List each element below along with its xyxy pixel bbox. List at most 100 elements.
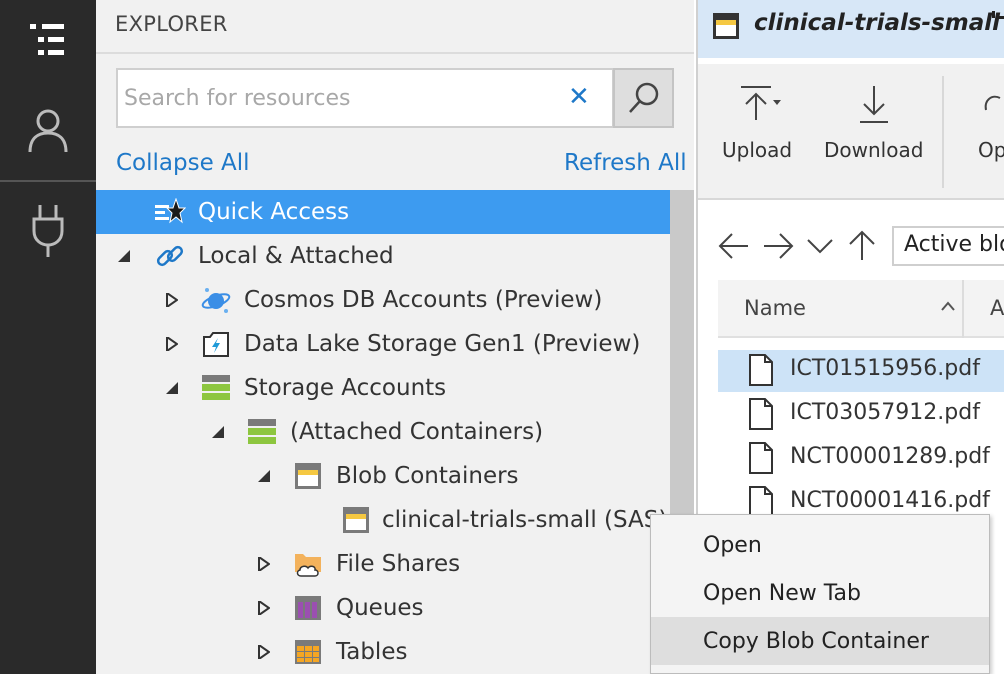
blob-container-icon xyxy=(292,460,324,492)
tree-item-label: Local & Attached xyxy=(198,243,394,269)
storage-account-icon xyxy=(246,416,278,448)
explorer-icon[interactable] xyxy=(0,0,96,80)
file-row[interactable]: ICT01515956.pdf xyxy=(718,350,1004,392)
tree-item-label: Data Lake Storage Gen1 (Preview) xyxy=(244,331,641,357)
arrow-up-icon xyxy=(849,230,875,260)
file-row[interactable]: ICT03057912.pdf xyxy=(718,394,1004,436)
editor-tab[interactable]: clinical-trials-small xyxy=(698,0,1004,58)
forward-button[interactable] xyxy=(760,228,796,264)
file-icon xyxy=(749,354,773,386)
file-list-header: Name A xyxy=(718,280,1004,338)
file-icon xyxy=(749,442,773,474)
blob-container-icon xyxy=(712,12,740,44)
collapsed-arrow-icon[interactable] xyxy=(258,601,270,615)
collapsed-arrow-icon[interactable] xyxy=(166,293,178,307)
download-icon xyxy=(859,86,888,123)
search-icon xyxy=(628,82,658,113)
activity-bar xyxy=(0,0,96,674)
chevron-down-icon xyxy=(807,239,833,254)
expanded-arrow-icon[interactable] xyxy=(166,382,178,396)
open-button[interactable]: Op xyxy=(978,84,1004,184)
toolbar: Upload Download Op xyxy=(698,64,1004,200)
menu-item-copy-blob-container[interactable]: Copy Blob Container xyxy=(651,617,989,665)
file-icon xyxy=(749,398,773,430)
collapse-all-link[interactable]: Collapse All xyxy=(116,150,250,176)
tree-item-blob-containers[interactable]: Blob Containers xyxy=(96,454,670,498)
tree-item-quick-access[interactable]: Quick Access xyxy=(96,190,670,234)
tree-item-storage-accounts[interactable]: Storage Accounts xyxy=(96,366,670,410)
plug-icon[interactable] xyxy=(0,190,96,270)
tree-item-label: clinical-trials-small (SAS) xyxy=(382,507,668,533)
expanded-arrow-icon[interactable] xyxy=(118,250,130,264)
tree-item-queues[interactable]: Queues xyxy=(96,586,670,630)
menu-item-open[interactable]: Open xyxy=(651,521,989,569)
up-button[interactable] xyxy=(844,228,880,264)
tree-item-attached-containers[interactable]: (Attached Containers) xyxy=(96,410,670,454)
collapsed-arrow-icon[interactable] xyxy=(258,557,270,571)
tree-item-cosmos-db[interactable]: Cosmos DB Accounts (Preview) xyxy=(96,278,670,322)
tree-item-label: (Attached Containers) xyxy=(290,419,544,445)
tree-item-tables[interactable]: Tables xyxy=(96,630,670,674)
blob-container-icon xyxy=(340,504,372,536)
quick-access-icon xyxy=(154,196,186,228)
explorer-title: EXPLORER xyxy=(115,12,228,36)
tree-item-file-shares[interactable]: File Shares xyxy=(96,542,670,586)
column-header-name[interactable]: Name xyxy=(744,296,806,320)
file-share-icon xyxy=(292,548,324,580)
open-icon xyxy=(984,95,1001,111)
menu-item-open-new-tab[interactable]: Open New Tab xyxy=(651,569,989,617)
tree-item-label: Cosmos DB Accounts (Preview) xyxy=(244,287,603,313)
refresh-all-link[interactable]: Refresh All xyxy=(564,150,687,176)
file-row[interactable]: NCT00001289.pdf xyxy=(718,438,1004,480)
cosmos-db-icon xyxy=(200,284,232,316)
activity-separator xyxy=(0,180,96,182)
upload-label: Upload xyxy=(722,138,793,162)
path-selector[interactable]: Active blobs xyxy=(892,226,1004,266)
upload-button[interactable]: Upload xyxy=(722,84,792,184)
open-label: Op xyxy=(978,138,1004,162)
tree-item-label: File Shares xyxy=(336,551,461,577)
expanded-arrow-icon[interactable] xyxy=(212,426,224,440)
sort-ascending-icon[interactable] xyxy=(940,300,956,312)
link-icon xyxy=(154,240,186,272)
file-name: ICT03057912.pdf xyxy=(790,400,980,425)
file-name: ICT01515956.pdf xyxy=(790,356,980,381)
collapsed-arrow-icon[interactable] xyxy=(166,337,178,351)
file-name: NCT00001416.pdf xyxy=(790,488,990,513)
dropdown-button[interactable] xyxy=(802,228,838,264)
expanded-arrow-icon[interactable] xyxy=(258,470,270,484)
context-menu: Open Open New Tab Copy Blob Container xyxy=(650,514,990,674)
data-lake-icon xyxy=(200,328,232,360)
tree-item-label: Queues xyxy=(336,595,424,621)
explorer-header-divider xyxy=(96,52,694,54)
back-button[interactable] xyxy=(716,228,752,264)
tree-item-label: Blob Containers xyxy=(336,463,519,489)
explorer-panel: EXPLORER Search for resources ✕ Collapse… xyxy=(96,0,694,674)
table-icon xyxy=(292,636,324,668)
tree-item-clinical-trials-small[interactable]: clinical-trials-small (SAS) xyxy=(96,498,670,542)
search-button[interactable] xyxy=(613,68,674,128)
storage-account-icon xyxy=(200,372,232,404)
queue-icon xyxy=(292,592,324,624)
arrow-right-icon xyxy=(764,233,794,259)
account-icon[interactable] xyxy=(0,90,96,170)
tree-item-label: Storage Accounts xyxy=(244,375,447,401)
tree-item-label: Tables xyxy=(336,639,408,665)
loading-spinner-icon xyxy=(988,10,1004,34)
tree-item-label: Quick Access xyxy=(198,199,350,225)
download-button[interactable]: Download xyxy=(824,84,923,184)
column-separator[interactable] xyxy=(962,280,964,338)
clear-search-icon[interactable]: ✕ xyxy=(568,82,590,112)
tree-item-data-lake[interactable]: Data Lake Storage Gen1 (Preview) xyxy=(96,322,670,366)
download-label: Download xyxy=(824,138,924,162)
file-name: NCT00001289.pdf xyxy=(790,444,990,469)
toolbar-separator xyxy=(942,76,944,188)
navigation-bar: Active blobs xyxy=(698,222,1004,266)
search-placeholder: Search for resources xyxy=(124,86,351,111)
search-input[interactable]: Search for resources ✕ xyxy=(116,68,614,128)
arrow-left-icon xyxy=(718,233,748,259)
collapsed-arrow-icon[interactable] xyxy=(258,645,270,659)
tab-title: clinical-trials-small xyxy=(754,10,1001,36)
tree-item-local-attached[interactable]: Local & Attached xyxy=(96,234,670,278)
column-header-second[interactable]: A xyxy=(990,296,1004,320)
